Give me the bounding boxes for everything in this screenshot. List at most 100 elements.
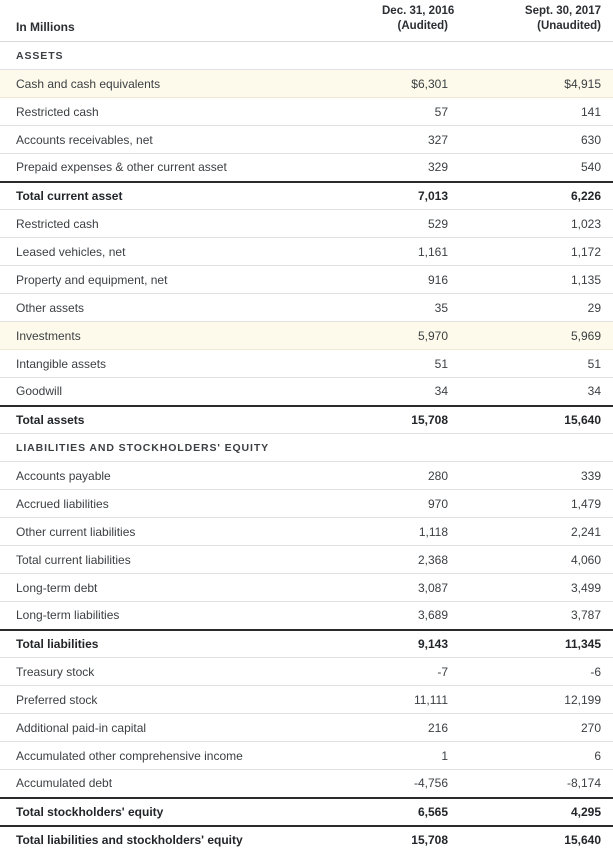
table-row: Accounts payable 280 339 bbox=[0, 461, 613, 490]
row-value-period-2: 3,787 bbox=[460, 601, 613, 630]
row-value-period-2: 540 bbox=[460, 153, 613, 182]
row-value-period-1: 970 bbox=[382, 489, 460, 518]
table-row: Total stockholders' equity 6,565 4,295 bbox=[0, 796, 613, 826]
units-label: In Millions bbox=[0, 0, 382, 42]
row-label: Leased vehicles, net bbox=[0, 237, 382, 266]
row-value-period-1: 15,708 bbox=[382, 404, 460, 434]
row-value-period-1: 35 bbox=[382, 293, 460, 322]
row-label: Treasury stock bbox=[0, 657, 382, 686]
row-value-period-1: 11,111 bbox=[382, 685, 460, 714]
table-row: Goodwill 34 34 bbox=[0, 377, 613, 406]
header-row: In Millions Dec. 31, 2016 (Audited) Sept… bbox=[0, 0, 613, 42]
row-value-period-2: 11,345 bbox=[460, 628, 613, 658]
row-value-period-2: 4,060 bbox=[460, 545, 613, 574]
row-value-period-1: 1,161 bbox=[382, 237, 460, 266]
row-label: Total assets bbox=[0, 404, 382, 434]
column-header-period-2-audit-status: (Unaudited) bbox=[537, 20, 601, 32]
row-value-period-2: 34 bbox=[460, 377, 613, 406]
table-row: Restricted cash 57 141 bbox=[0, 97, 613, 126]
row-value-period-2: 2,241 bbox=[460, 517, 613, 546]
table-row: Total liabilities 9,143 11,345 bbox=[0, 628, 613, 658]
row-label: Total current asset bbox=[0, 180, 382, 210]
row-value-period-2: 141 bbox=[460, 97, 613, 126]
row-value-period-1: 216 bbox=[382, 713, 460, 742]
row-label: LIABILITIES AND STOCKHOLDERS' EQUITY bbox=[0, 433, 382, 462]
row-label: Accrued liabilities bbox=[0, 489, 382, 518]
row-value-period-1: 51 bbox=[382, 349, 460, 378]
table-header: In Millions Dec. 31, 2016 (Audited) Sept… bbox=[0, 0, 613, 42]
column-header-period-1-audit-status: (Audited) bbox=[397, 20, 448, 32]
row-value-period-1 bbox=[382, 41, 460, 70]
row-value-period-2: 1,172 bbox=[460, 237, 613, 266]
table-row: Leased vehicles, net 1,161 1,172 bbox=[0, 237, 613, 266]
row-value-period-2: 3,499 bbox=[460, 573, 613, 602]
column-header-period-1: Dec. 31, 2016 (Audited) bbox=[382, 0, 460, 42]
table-row: Other assets 35 29 bbox=[0, 293, 613, 322]
table-row: Total liabilities and stockholders' equi… bbox=[0, 824, 613, 854]
table-row: Treasury stock -7 -6 bbox=[0, 657, 613, 686]
row-label: Other assets bbox=[0, 293, 382, 322]
table-row: Accumulated other comprehensive income 1 6 bbox=[0, 741, 613, 770]
table-row: Prepaid expenses & other current asset 32… bbox=[0, 153, 613, 182]
table-body: ASSETS Cash and cash equivalents $6,301 $4,… bbox=[0, 41, 613, 854]
row-value-period-1: 34 bbox=[382, 377, 460, 406]
row-value-period-2: -6 bbox=[460, 657, 613, 686]
row-label: Other current liabilities bbox=[0, 517, 382, 546]
row-value-period-1: 280 bbox=[382, 461, 460, 490]
row-label: Long-term debt bbox=[0, 573, 382, 602]
row-value-period-2: 630 bbox=[460, 125, 613, 154]
row-value-period-2: 5,969 bbox=[460, 321, 613, 350]
row-label: ASSETS bbox=[0, 41, 382, 70]
row-value-period-2 bbox=[460, 433, 613, 462]
row-label: Accumulated debt bbox=[0, 769, 382, 798]
row-label: Restricted cash bbox=[0, 97, 382, 126]
table-section-header-row: LIABILITIES AND STOCKHOLDERS' EQUITY bbox=[0, 433, 613, 462]
row-value-period-1: 9,143 bbox=[382, 628, 460, 658]
row-label: Preferred stock bbox=[0, 685, 382, 714]
table-row: Additional paid-in capital 216 270 bbox=[0, 713, 613, 742]
row-label: Property and equipment, net bbox=[0, 265, 382, 294]
row-label: Accumulated other comprehensive income bbox=[0, 741, 382, 770]
row-label: Investments bbox=[0, 321, 382, 350]
row-value-period-1: -7 bbox=[382, 657, 460, 686]
row-value-period-2: 339 bbox=[460, 461, 613, 490]
row-value-period-1: 7,013 bbox=[382, 180, 460, 210]
row-value-period-1: 57 bbox=[382, 97, 460, 126]
row-value-period-1: 529 bbox=[382, 209, 460, 238]
row-label: Accounts receivables, net bbox=[0, 125, 382, 154]
row-value-period-2: 270 bbox=[460, 713, 613, 742]
table-row: Preferred stock 11,111 12,199 bbox=[0, 685, 613, 714]
row-value-period-2: 1,135 bbox=[460, 265, 613, 294]
table-row: Investments 5,970 5,969 bbox=[0, 321, 613, 350]
row-label: Total current liabilities bbox=[0, 545, 382, 574]
row-value-period-2: 29 bbox=[460, 293, 613, 322]
table-row: Total current liabilities 2,368 4,060 bbox=[0, 545, 613, 574]
row-label: Prepaid expenses & other current asset bbox=[0, 153, 382, 182]
table-row: Property and equipment, net 916 1,135 bbox=[0, 265, 613, 294]
table-section-header-row: ASSETS bbox=[0, 41, 613, 70]
row-value-period-2: 4,295 bbox=[460, 796, 613, 826]
table-row: Intangible assets 51 51 bbox=[0, 349, 613, 378]
row-value-period-2: 6,226 bbox=[460, 180, 613, 210]
row-value-period-1: 1,118 bbox=[382, 517, 460, 546]
row-value-period-1: 916 bbox=[382, 265, 460, 294]
row-value-period-1: 15,708 bbox=[382, 824, 460, 854]
row-label: Accounts payable bbox=[0, 461, 382, 490]
row-label: Additional paid-in capital bbox=[0, 713, 382, 742]
row-value-period-1: 1 bbox=[382, 741, 460, 770]
table-row: Accounts receivables, net 327 630 bbox=[0, 125, 613, 154]
row-value-period-2: 15,640 bbox=[460, 824, 613, 854]
row-label: Total liabilities and stockholders' equi… bbox=[0, 824, 382, 854]
row-value-period-1: $6,301 bbox=[382, 69, 460, 98]
row-value-period-1: 327 bbox=[382, 125, 460, 154]
row-label: Cash and cash equivalents bbox=[0, 69, 382, 98]
row-label: Goodwill bbox=[0, 377, 382, 406]
row-value-period-1: 6,565 bbox=[382, 796, 460, 826]
balance-sheet-table: In Millions Dec. 31, 2016 (Audited) Sept… bbox=[0, 0, 613, 854]
row-value-period-2 bbox=[460, 41, 613, 70]
table-row: Accumulated debt -4,756 -8,174 bbox=[0, 769, 613, 798]
row-label: Restricted cash bbox=[0, 209, 382, 238]
row-label: Total liabilities bbox=[0, 628, 382, 658]
table-row: Total current asset 7,013 6,226 bbox=[0, 180, 613, 210]
row-value-period-1: 3,689 bbox=[382, 601, 460, 630]
